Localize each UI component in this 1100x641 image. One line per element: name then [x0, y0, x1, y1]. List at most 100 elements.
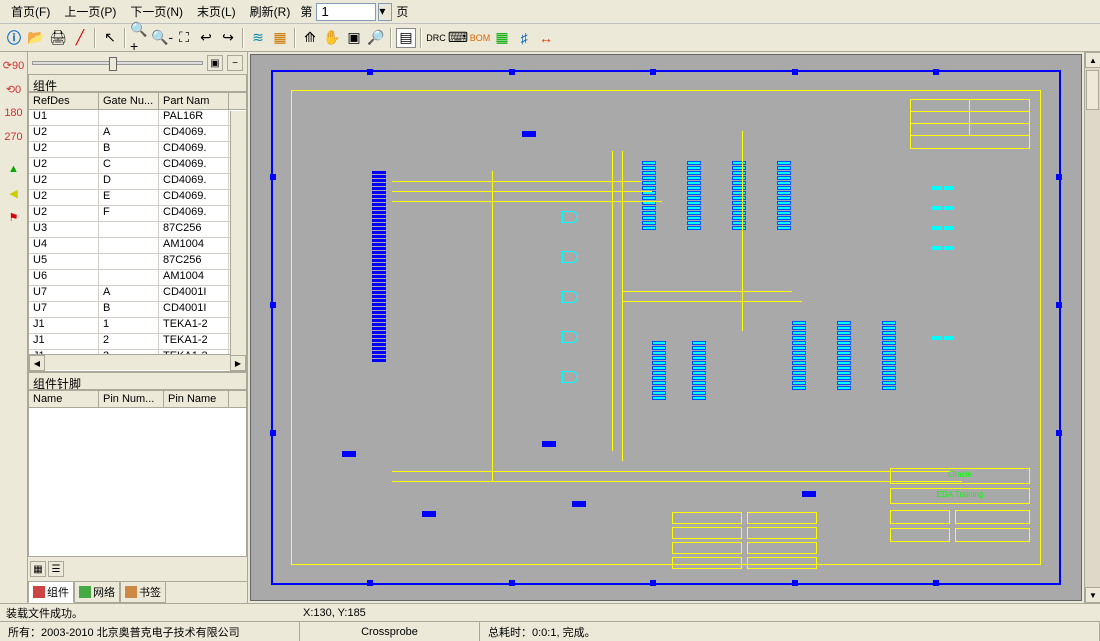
schematic-canvas[interactable]: Oracle EDA Training — [250, 54, 1082, 601]
table-row[interactable]: U2CCD4069. — [29, 158, 246, 174]
menu-refresh[interactable]: 刷新(R) — [244, 1, 297, 22]
footer-bar: 所有：2003-2010 北京奥普克电子技术有限公司 Crossprobe 总耗… — [0, 621, 1100, 641]
rotate-90-icon[interactable]: ⟳90 — [3, 54, 25, 76]
rotate-180-icon[interactable]: 180 — [3, 102, 25, 124]
scroll-down-icon[interactable]: ▼ — [1085, 587, 1100, 603]
components-hscroll[interactable]: ◀ ▶ — [29, 354, 246, 370]
info-icon[interactable]: ⓘ — [4, 28, 24, 48]
page-dropdown-button[interactable]: ▾ — [378, 3, 392, 21]
hand-icon[interactable]: ✋ — [322, 28, 342, 48]
bookmark-tab-icon — [125, 586, 137, 598]
menu-first-page[interactable]: 首页(F) — [5, 1, 56, 22]
components-grid: RefDes Gate Nu... Part Nam U1PAL16RU2ACD… — [28, 92, 247, 372]
footer-mode: Crossprobe — [300, 622, 480, 641]
pointer-icon[interactable]: ↖ — [100, 28, 120, 48]
col-header-name[interactable]: Name — [29, 391, 99, 407]
slider-collapse-button[interactable]: − — [227, 55, 243, 71]
table-row[interactable]: U2ACD4069. — [29, 126, 246, 142]
nets-tab-icon — [79, 586, 91, 598]
table-row[interactable]: U587C256 — [29, 254, 246, 270]
pushpin-icon[interactable]: ⟰ — [300, 28, 320, 48]
layers-icon[interactable]: ≋ — [248, 28, 268, 48]
zoom-out-icon[interactable]: 🔍- — [152, 28, 172, 48]
tab-components[interactable]: 组件 — [28, 581, 74, 603]
zoom-in-icon[interactable]: 🔍+ — [130, 28, 150, 48]
text-icon[interactable]: ⌨ — [448, 28, 468, 48]
snap-icon[interactable]: ♯ — [514, 28, 534, 48]
zoom-prev-icon[interactable]: ↩ — [196, 28, 216, 48]
zoom-fit-icon[interactable]: ⛶ — [174, 28, 194, 48]
rotate-0-icon[interactable]: ⟲0 — [3, 78, 25, 100]
pins-grid-body[interactable] — [29, 408, 246, 548]
scroll-left-icon[interactable]: ◀ — [29, 355, 45, 371]
table-row[interactable]: U7BCD4001I — [29, 302, 246, 318]
menu-prev-page[interactable]: 上一页(P) — [58, 1, 122, 22]
separator — [124, 28, 126, 48]
components-vscroll[interactable] — [230, 111, 246, 355]
panel-pins-title: 组件针脚 — [28, 372, 247, 390]
col-header-pinnum[interactable]: Pin Num... — [99, 391, 164, 407]
menu-last-page[interactable]: 末页(L) — [191, 1, 242, 22]
col-header-refdes[interactable]: RefDes — [29, 93, 99, 109]
ruler-icon[interactable]: ▦ — [270, 28, 290, 48]
separator — [242, 28, 244, 48]
components-grid-body[interactable]: U1PAL16RU2ACD4069.U2BCD4069.U2CCD4069.U2… — [29, 110, 246, 354]
footer-timing: 总耗时：0:0:1, 完成。 — [480, 622, 1100, 641]
table-row[interactable]: U387C256 — [29, 222, 246, 238]
status-bar: 装载文件成功。 X:130, Y:185 — [0, 603, 1100, 621]
separator — [390, 28, 392, 48]
menubar: 首页(F) 上一页(P) 下一页(N) 末页(L) 刷新(R) 第 ▾ 页 — [0, 0, 1100, 24]
select-area-icon[interactable]: ▣ — [344, 28, 364, 48]
table-row[interactable]: J12TEKA1-2 — [29, 334, 246, 350]
page-label-prefix: 第 — [298, 3, 314, 20]
rotate-270-icon[interactable]: 270 — [3, 126, 25, 148]
tab-nets[interactable]: 网络 — [74, 581, 120, 603]
zoom-next-icon[interactable]: ↪ — [218, 28, 238, 48]
document-icon[interactable]: ▤ — [396, 28, 416, 48]
highlight-icon[interactable]: ╱ — [70, 28, 90, 48]
table-row[interactable]: U7ACD4001I — [29, 286, 246, 302]
zoom-window-icon[interactable]: 🔎 — [366, 28, 386, 48]
bom-icon[interactable]: BOM — [470, 28, 490, 48]
scroll-up-icon[interactable]: ▲ — [1085, 52, 1100, 68]
table-row[interactable]: U4AM1004 — [29, 238, 246, 254]
grid-view-icon[interactable]: ▦ — [30, 561, 46, 577]
separator — [294, 28, 296, 48]
col-header-pinname[interactable]: Pin Name — [164, 391, 229, 407]
table-row[interactable]: U6AM1004 — [29, 270, 246, 286]
open-icon[interactable]: 📂 — [26, 28, 46, 48]
canvas-area: Oracle EDA Training — [248, 52, 1100, 603]
menu-next-page[interactable]: 下一页(N) — [124, 1, 189, 22]
table-row[interactable]: U2ECD4069. — [29, 190, 246, 206]
col-header-gate[interactable]: Gate Nu... — [99, 93, 159, 109]
drc-icon[interactable]: DRC — [426, 28, 446, 48]
canvas-vscroll[interactable]: ▲ ▼ — [1084, 52, 1100, 603]
status-coordinates: X:130, Y:185 — [303, 607, 366, 619]
table-row[interactable]: U2BCD4069. — [29, 142, 246, 158]
zoom-slider[interactable] — [32, 61, 203, 65]
separator — [94, 28, 96, 48]
flag-icon[interactable]: ⚑ — [3, 206, 25, 228]
status-load-message: 装载文件成功。 — [6, 605, 83, 621]
scroll-right-icon[interactable]: ▶ — [230, 355, 246, 371]
sidebar-tool-row: ▦ ☰ — [28, 557, 247, 581]
list-view-icon[interactable]: ☰ — [48, 561, 64, 577]
page-label-suffix: 页 — [394, 3, 410, 20]
table-row[interactable]: U2DCD4069. — [29, 174, 246, 190]
table-row[interactable]: U1PAL16R — [29, 110, 246, 126]
table-row[interactable]: J13TEKA1-2 — [29, 350, 246, 354]
footer-copyright: 所有：2003-2010 北京奥普克电子技术有限公司 — [0, 622, 300, 641]
print-icon[interactable]: 🖨 — [48, 28, 68, 48]
pins-grid: Name Pin Num... Pin Name — [28, 390, 247, 557]
table-row[interactable]: J11TEKA1-2 — [29, 318, 246, 334]
flip-h-icon[interactable]: ▲ — [3, 158, 25, 180]
slider-expand-button[interactable]: ▣ — [207, 55, 223, 71]
page-number-input[interactable] — [316, 3, 376, 21]
tab-bookmarks[interactable]: 书签 — [120, 581, 166, 603]
main-area: ⟳90 ⟲0 180 270 ▲ ◀ ⚑ ▣ − 组件 RefDes Gate … — [0, 52, 1100, 603]
table-row[interactable]: U2FCD4069. — [29, 206, 246, 222]
col-header-partname[interactable]: Part Nam — [159, 93, 229, 109]
measure-icon[interactable]: ↔ — [536, 28, 556, 48]
flip-v-icon[interactable]: ◀ — [3, 182, 25, 204]
grid-icon[interactable]: ▦ — [492, 28, 512, 48]
